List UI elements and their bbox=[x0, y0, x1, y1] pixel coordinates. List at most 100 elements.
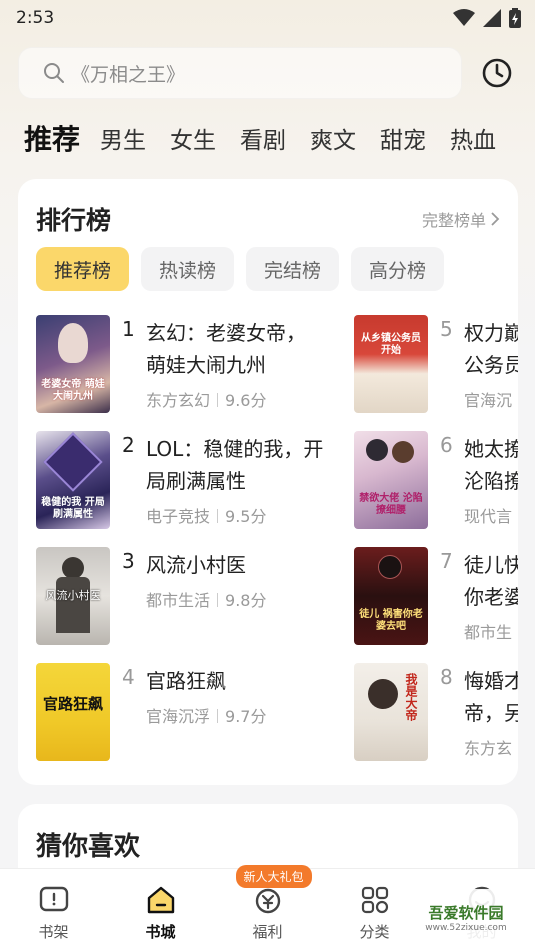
chip-high-score[interactable]: 高分榜 bbox=[351, 247, 445, 291]
tab-sweet[interactable]: 甜宠 bbox=[380, 121, 426, 155]
category-tabs: 推荐 男生 女生 看剧 爽文 甜宠 热血 bbox=[24, 115, 535, 161]
rank-number: 6 bbox=[440, 433, 453, 457]
ranking-chips: 推荐榜 热读榜 完结榜 高分榜 bbox=[36, 247, 445, 291]
rank-number: 7 bbox=[440, 549, 453, 573]
book-title: 权力巅 公务员 bbox=[464, 317, 518, 381]
book-title-line1: LOL：稳健的我，开 bbox=[146, 437, 324, 461]
watermark-url: www.52zixue.com bbox=[425, 922, 507, 933]
book-meta: 现代言 bbox=[464, 507, 513, 526]
book-cover: 稳健的我 开局刷满属性 bbox=[36, 431, 110, 529]
history-clock-icon[interactable] bbox=[481, 57, 513, 89]
status-time: 2:53 bbox=[16, 8, 55, 28]
tab-shuangwen[interactable]: 爽文 bbox=[310, 121, 356, 155]
book-item[interactable]: 禁欲大佬 沦陷撩细腰 6 她太撩 沦陷撩 现代言 bbox=[354, 431, 518, 531]
rank-number: 1 bbox=[122, 317, 135, 341]
book-title: 悔婚才帝，另 bbox=[464, 665, 518, 729]
rank-number: 3 bbox=[122, 549, 135, 573]
bookshelf-icon bbox=[39, 886, 68, 912]
chip-hot-read[interactable]: 热读榜 bbox=[141, 247, 235, 291]
new-user-gift-badge[interactable]: 新人大礼包 bbox=[235, 865, 312, 888]
rank-number: 4 bbox=[122, 665, 135, 689]
nav-bookstore[interactable]: 书城 bbox=[121, 883, 201, 942]
rank-number: 5 bbox=[440, 317, 453, 341]
book-meta: 东方玄幻 9.6分 bbox=[146, 387, 266, 411]
cover-text: 稳健的我 开局刷满属性 bbox=[41, 497, 105, 520]
book-genre: 官海沉浮 bbox=[146, 707, 211, 726]
status-bar: 2:53 bbox=[0, 0, 535, 36]
book-item[interactable]: 官路狂飙 4 官路狂飙 官海沉浮 9.7分 bbox=[36, 663, 336, 763]
search-placeholder: 《万相之王》 bbox=[71, 63, 186, 86]
book-meta: 都市生 bbox=[464, 623, 513, 642]
cover-text: 徒儿 祸害你老婆去吧 bbox=[359, 609, 423, 632]
book-title-line1: 她太撩 bbox=[464, 437, 518, 461]
book-genre: 都市生活 bbox=[146, 591, 211, 610]
book-item[interactable]: 从乡镇公务员开始 5 权力巅 公务员 官海沉 bbox=[354, 315, 518, 415]
book-title-line1: 玄幻：老婆女帝， bbox=[146, 321, 306, 345]
book-genre: 东方玄幻 bbox=[146, 391, 211, 410]
chip-recommend[interactable]: 推荐榜 bbox=[36, 247, 130, 291]
full-ranking-link[interactable]: 完整榜单 bbox=[422, 207, 500, 231]
book-title-line1: 悔婚才 bbox=[464, 669, 518, 693]
nav-label: 福利 bbox=[252, 923, 283, 941]
book-title-line2: 帝，另 bbox=[464, 701, 518, 725]
book-score: 9.5分 bbox=[225, 507, 267, 526]
tab-female[interactable]: 女生 bbox=[170, 121, 216, 155]
rank-number: 2 bbox=[122, 433, 135, 457]
cover-text: 风流小村医 bbox=[45, 589, 101, 602]
search-row: 《万相之王》 bbox=[18, 47, 519, 99]
book-title: 官路狂飙 bbox=[146, 669, 226, 693]
ranking-card: 排行榜 完整榜单 推荐榜 热读榜 完结榜 高分榜 老婆女帝 萌娃大闹九州 1 玄… bbox=[18, 179, 518, 785]
book-title-line2: 局刷满属性 bbox=[146, 469, 246, 493]
tab-passion[interactable]: 热血 bbox=[450, 121, 496, 155]
book-cover: 我是大帝 bbox=[354, 663, 428, 761]
book-score: 9.6分 bbox=[225, 391, 267, 410]
book-meta: 电子竞技 9.5分 bbox=[146, 503, 266, 527]
nav-welfare[interactable]: 新人大礼包 福利 bbox=[228, 865, 312, 942]
book-title-line2: 公务员 bbox=[464, 353, 518, 377]
book-cover: 从乡镇公务员开始 bbox=[354, 315, 428, 413]
book-item[interactable]: 老婆女帝 萌娃大闹九州 1 玄幻：老婆女帝， 萌娃大闹九州 东方玄幻 9.6分 bbox=[36, 315, 336, 415]
book-title: 徒儿快 你老婆 bbox=[464, 549, 518, 613]
nav-label: 书架 bbox=[38, 923, 69, 941]
nav-bookshelf[interactable]: 书架 bbox=[14, 883, 94, 942]
cover-text: 禁欲大佬 沦陷撩细腰 bbox=[359, 493, 423, 516]
chip-completed[interactable]: 完结榜 bbox=[246, 247, 340, 291]
book-title-line1: 徒儿快 bbox=[464, 553, 518, 577]
book-score: 9.7分 bbox=[225, 707, 267, 726]
gift-icon bbox=[255, 888, 280, 914]
book-meta: 都市生活 9.8分 bbox=[146, 587, 266, 611]
nav-label: 分类 bbox=[359, 923, 390, 941]
book-genre: 电子竞技 bbox=[146, 507, 211, 526]
book-meta: 东方玄 bbox=[464, 739, 513, 758]
book-meta: 官海沉浮 9.7分 bbox=[146, 703, 266, 727]
ranking-title: 排行榜 bbox=[36, 206, 112, 235]
book-item[interactable]: 风流小村医 3 风流小村医 都市生活 9.8分 bbox=[36, 547, 336, 647]
signal-icon bbox=[483, 9, 501, 27]
book-cover: 老婆女帝 萌娃大闹九州 bbox=[36, 315, 110, 413]
book-title: 她太撩 沦陷撩 bbox=[464, 433, 518, 497]
search-icon bbox=[44, 63, 64, 83]
cover-text: 老婆女帝 萌娃大闹九州 bbox=[41, 379, 105, 402]
cover-text: 我是大帝 bbox=[404, 673, 418, 721]
book-title-line1: 权力巅 bbox=[464, 321, 518, 345]
book-title: 风流小村医 bbox=[146, 553, 246, 577]
book-item[interactable]: 我是大帝 8 悔婚才帝，另 东方玄 bbox=[354, 663, 518, 763]
full-ranking-label: 完整榜单 bbox=[421, 211, 486, 230]
search-input[interactable]: 《万相之王》 bbox=[18, 47, 462, 99]
book-cover: 官路狂飙 bbox=[36, 663, 110, 761]
tab-drama[interactable]: 看剧 bbox=[240, 121, 286, 155]
book-cover: 禁欲大佬 沦陷撩细腰 bbox=[354, 431, 428, 529]
book-cover: 徒儿 祸害你老婆去吧 bbox=[354, 547, 428, 645]
book-title-line2: 你老婆 bbox=[464, 585, 518, 609]
book-item[interactable]: 稳健的我 开局刷满属性 2 LOL：稳健的我，开 局刷满属性 电子竞技 9.5分 bbox=[36, 431, 336, 531]
watermark-logo: 吾爱软件园 www.52zixue.com bbox=[403, 889, 529, 945]
tab-male[interactable]: 男生 bbox=[100, 121, 146, 155]
wifi-icon bbox=[453, 9, 475, 26]
guess-you-like-title: 猜你喜欢 bbox=[36, 832, 141, 862]
book-title: 玄幻：老婆女帝， 萌娃大闹九州 bbox=[146, 317, 306, 381]
battery-icon bbox=[509, 8, 521, 28]
tab-recommend[interactable]: 推荐 bbox=[24, 118, 80, 158]
category-icon bbox=[361, 886, 388, 914]
rank-number: 8 bbox=[440, 665, 453, 689]
book-item[interactable]: 徒儿 祸害你老婆去吧 7 徒儿快你老婆 都市生 bbox=[354, 547, 518, 647]
